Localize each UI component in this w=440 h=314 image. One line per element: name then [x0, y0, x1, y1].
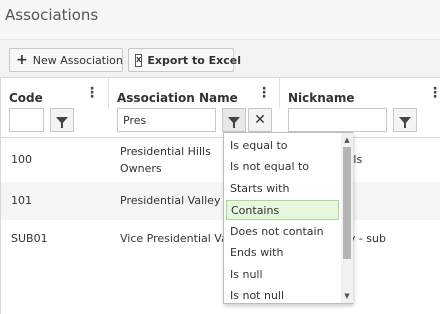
column-menu-icon[interactable]: ⋮	[85, 86, 99, 100]
column-header-code[interactable]: Code ⋮	[1, 78, 109, 108]
column-header-nickname-label: Nickname	[288, 91, 355, 105]
title-bar: Associations	[0, 0, 440, 40]
table-row[interactable]: 100 Presidential Hills Owners Associatio…	[1, 138, 440, 182]
scrollbar-thumb[interactable]	[343, 147, 351, 259]
table-row[interactable]: SUB01 Vice Presidential Valley ley - sub	[1, 220, 440, 258]
column-menu-icon[interactable]: ⋮	[257, 86, 271, 100]
nickname-filter-button[interactable]	[393, 108, 417, 132]
filter-option-contains[interactable]: Contains	[226, 200, 339, 220]
export-to-excel-button[interactable]: X Export to Excel	[128, 48, 241, 72]
filter-option-is-null[interactable]: Is null	[226, 265, 339, 285]
associations-page: Associations + New Association X Export …	[0, 0, 440, 314]
table-row[interactable]: 101 Presidential Valley	[1, 182, 440, 220]
cell-name: Vice Presidential Valley	[120, 232, 224, 245]
cell-name: Presidential Valley	[120, 194, 221, 207]
close-icon: ✕	[254, 112, 266, 128]
toolbar: + New Association X Export to Excel	[0, 40, 440, 78]
filter-option-is-not-equal-to[interactable]: Is not equal to	[226, 157, 339, 177]
filter-option-starts-with[interactable]: Starts with	[226, 179, 339, 199]
name-filter-clear-button[interactable]: ✕	[248, 108, 272, 132]
cell-code: 101	[11, 194, 32, 207]
cell-code: 100	[11, 153, 32, 166]
export-to-excel-label: Export to Excel	[147, 53, 241, 67]
new-association-label: New Association	[32, 53, 123, 67]
scroll-up-icon[interactable]: ▲	[341, 134, 353, 146]
filter-option-does-not-contain[interactable]: Does not contain	[226, 222, 339, 242]
associations-grid: Code ⋮ Association Name ⋮ Nickname ⋮ Pre…	[0, 78, 440, 314]
funnel-icon	[56, 116, 68, 128]
name-filter-input[interactable]: Pres	[117, 108, 216, 132]
cell-name: Presidential Hills Owners Association, I…	[120, 145, 211, 175]
column-header-code-label: Code	[9, 91, 43, 105]
new-association-button[interactable]: + New Association	[9, 48, 123, 72]
filter-operator-dropdown: Is equal to Is not equal to Starts with …	[223, 132, 353, 304]
column-header-association-name[interactable]: Association Name ⋮	[109, 78, 280, 108]
filter-row: Pres ✕	[1, 108, 440, 138]
dropdown-scrollbar[interactable]: ▲ ▼	[341, 133, 353, 303]
code-filter-button[interactable]	[50, 108, 74, 132]
column-header-nickname[interactable]: Nickname ⋮	[280, 78, 440, 108]
nickname-filter-input[interactable]	[288, 108, 387, 132]
filter-option-is-equal-to[interactable]: Is equal to	[226, 136, 339, 156]
funnel-icon	[228, 116, 240, 128]
scroll-down-icon[interactable]: ▼	[341, 290, 353, 302]
code-filter-input[interactable]	[9, 108, 44, 132]
name-filter-button[interactable]	[222, 108, 246, 132]
filter-option-is-not-null[interactable]: Is not null	[226, 286, 339, 306]
cell-code: SUB01	[11, 232, 48, 245]
funnel-icon	[399, 116, 411, 128]
plus-icon: +	[16, 52, 28, 68]
column-menu-icon[interactable]: ⋮	[428, 86, 440, 100]
column-header-name-label: Association Name	[117, 91, 238, 105]
filter-option-ends-with[interactable]: Ends with	[226, 243, 339, 263]
page-title: Associations	[5, 6, 99, 24]
excel-icon: X	[135, 53, 143, 67]
